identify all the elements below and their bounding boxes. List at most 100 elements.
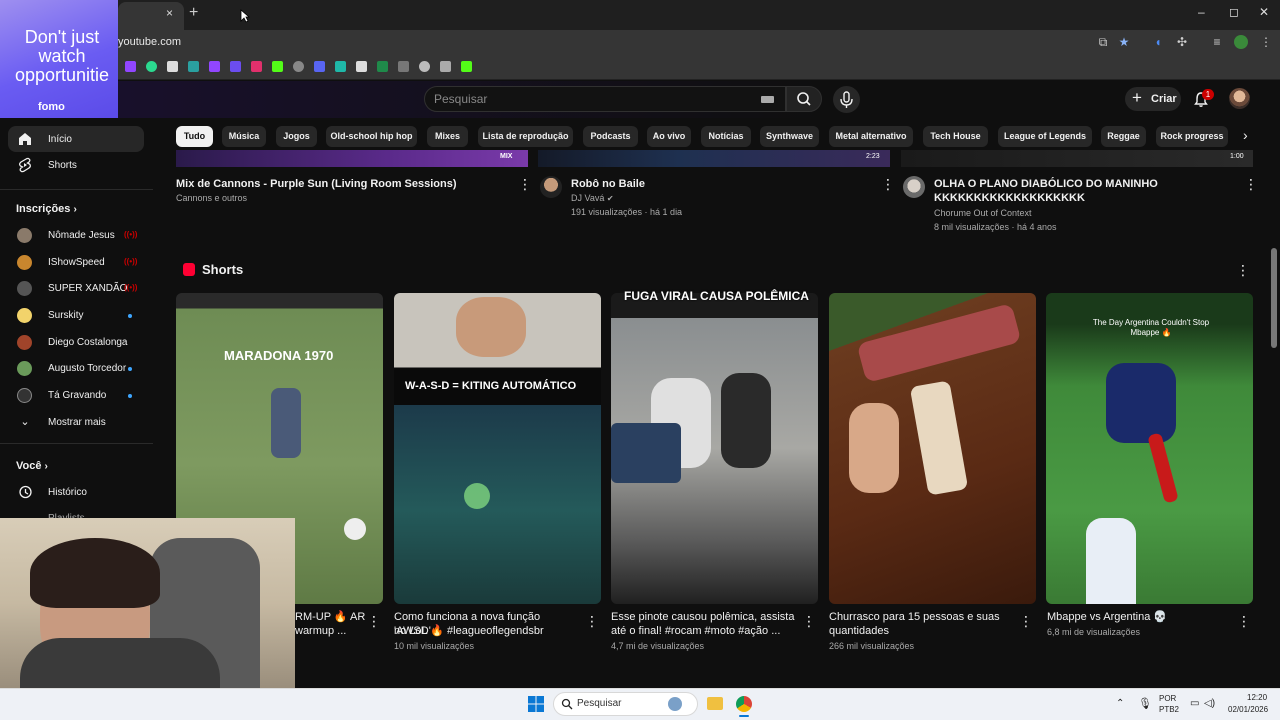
voice-search-button[interactable] [833,86,860,113]
more-options-icon[interactable]: ⋮ [518,176,532,193]
short-title[interactable]: Esse pinote causou polêmica, assista [611,610,796,624]
bookmark-twitch-icon[interactable] [125,61,136,72]
chip-synthwave[interactable]: Synthwave [760,126,819,147]
bookmark-kick-icon[interactable] [272,61,283,72]
media-control-icon[interactable]: ≡ [1209,34,1225,50]
video-channel[interactable]: Chorume Out of Context [934,208,1032,218]
extensions-puzzle-icon[interactable]: ✣ [1174,34,1190,50]
short-thumbnail[interactable] [829,293,1036,604]
video-thumbnail[interactable] [176,150,528,167]
bookmark-twitch-icon[interactable] [209,61,220,72]
chip-mixes[interactable]: Mixes [427,126,468,147]
chrome-icon[interactable] [736,696,752,712]
sidebar-item-ta-gravando[interactable]: Tá Gravando [48,390,106,401]
bookmark-icon[interactable] [398,61,409,72]
bookmark-discord-icon[interactable] [314,61,325,72]
windows-start-icon[interactable] [528,696,544,712]
sidebar-item-nomade-jesus[interactable]: Nômade Jesus [48,230,115,241]
page-scrollbar[interactable] [1271,248,1277,348]
short-title[interactable]: até o final! #rocam #moto #ação ... [611,624,796,638]
video-title[interactable]: Mix de Cannons - Purple Sun (Living Room… [176,177,496,191]
short-thumbnail[interactable] [1046,293,1253,604]
more-options-icon[interactable]: ⋮ [802,613,816,630]
chip-metal-alternativo[interactable]: Metal alternativo [829,126,913,147]
bookmark-icon[interactable] [356,61,367,72]
network-icon[interactable]: ▭ [1190,698,1199,709]
chip-league-of-legends[interactable]: League of Legends [998,126,1092,147]
avatar[interactable] [903,176,925,198]
tab-close-icon[interactable]: × [166,6,173,20]
subscriptions-heading[interactable]: Inscrições › [16,203,77,215]
short-title[interactable]: Mbappe vs Argentina 💀 [1047,610,1232,624]
short-title[interactable]: RM-UP 🔥 AR [295,610,365,624]
bookmark-icon[interactable] [293,61,304,72]
bookmark-kick-icon[interactable] [461,61,472,72]
video-thumbnail[interactable] [538,150,890,167]
video-thumbnail[interactable] [901,150,1253,167]
short-title[interactable]: no LoL 🔥 #leagueoflegendsbr [394,624,579,638]
more-options-icon[interactable]: ⋮ [1237,613,1251,630]
bookmark-icon[interactable] [335,61,346,72]
more-options-icon[interactable]: ⋮ [1236,262,1250,279]
url-field[interactable]: youtube.com [118,36,181,48]
microphone-icon[interactable]: 🎙 [1138,697,1152,710]
chevron-right-icon[interactable]: › [1243,127,1248,143]
close-window-button[interactable]: ✕ [1259,5,1269,19]
chip-lista-reproducao[interactable]: Lista de reprodução [478,126,573,147]
more-options-icon[interactable]: ⋮ [1019,613,1033,630]
chip-jogos[interactable]: Jogos [276,126,317,147]
video-title[interactable]: OLHA O PLANO DIABÓLICO DO MANINHO KKKKKK… [934,177,1234,205]
you-heading[interactable]: Você › [16,460,48,472]
account-avatar[interactable] [1229,88,1250,109]
avatar[interactable] [540,176,562,198]
short-title[interactable]: warmup ... [295,624,365,638]
more-options-icon[interactable]: ⋮ [1244,176,1258,193]
chip-ao-vivo[interactable]: Ao vivo [647,126,691,147]
more-options-icon[interactable]: ⋮ [367,613,381,630]
bookmark-icon[interactable] [188,61,199,72]
maximize-button[interactable]: ◻ [1229,5,1239,19]
bookmark-star-icon[interactable]: ★ [1116,34,1132,50]
chip-rock-progressivo[interactable]: Rock progress [1156,126,1228,147]
chip-noticias[interactable]: Notícias [701,126,751,147]
sidebar-item-ishowspeed[interactable]: IShowSpeed [48,257,105,268]
bookmark-icon[interactable] [440,61,451,72]
browser-menu-icon[interactable]: ⋮ [1258,34,1274,50]
keyboard-icon[interactable] [761,96,774,103]
chip-musica[interactable]: Música [222,126,266,147]
chip-tudo[interactable]: Tudo [176,126,213,147]
bookmark-icon[interactable] [419,61,430,72]
video-channel[interactable]: DJ Vavá ✔ [571,193,614,203]
bookmark-icon[interactable] [146,61,157,72]
short-title[interactable]: Churrasco para 15 pessoas e suas [829,610,1014,624]
bookmark-instagram-icon[interactable] [251,61,262,72]
video-channel[interactable]: Cannons e outros [176,193,247,203]
sidebar-item-surskity[interactable]: Surskity [48,310,84,321]
sidebar-item-augusto-torcedor[interactable]: Augusto Torcedor [48,363,126,374]
chip-tech-house[interactable]: Tech House [923,126,988,147]
chip-old-school[interactable]: Old-school hip hop [326,126,417,147]
sidebar-item-super-xandao[interactable]: SUPER XANDÃO [48,283,127,294]
short-thumbnail[interactable] [611,293,818,604]
install-app-icon[interactable]: ⧉ [1095,34,1111,50]
more-options-icon[interactable]: ⋮ [585,613,599,630]
chip-podcasts[interactable]: Podcasts [583,126,638,147]
bookmark-icon[interactable] [167,61,178,72]
bookmark-icon[interactable] [377,61,388,72]
extension-icon[interactable]: ◖ [1150,34,1166,50]
video-title[interactable]: Robô no Baile [571,177,871,191]
volume-icon[interactable]: ◁) [1204,698,1215,709]
browser-tab[interactable] [118,2,184,30]
language-indicator[interactable]: POR [1159,694,1176,703]
clock-time[interactable]: 12:20 [1247,693,1267,702]
sidebar-item-history[interactable]: Histórico [48,487,87,498]
short-thumbnail[interactable] [394,293,601,604]
show-more-button[interactable]: Mostrar mais [48,417,106,428]
profile-icon[interactable] [1234,35,1248,49]
file-explorer-icon[interactable] [707,697,723,710]
chip-reggae[interactable]: Reggae [1101,126,1146,147]
bookmark-icon[interactable] [230,61,241,72]
minimize-button[interactable]: – [1198,5,1205,19]
chevron-up-icon[interactable]: ⌃ [1116,698,1124,709]
sidebar-item-diego-costalonga[interactable]: Diego Costalonga [48,337,128,348]
